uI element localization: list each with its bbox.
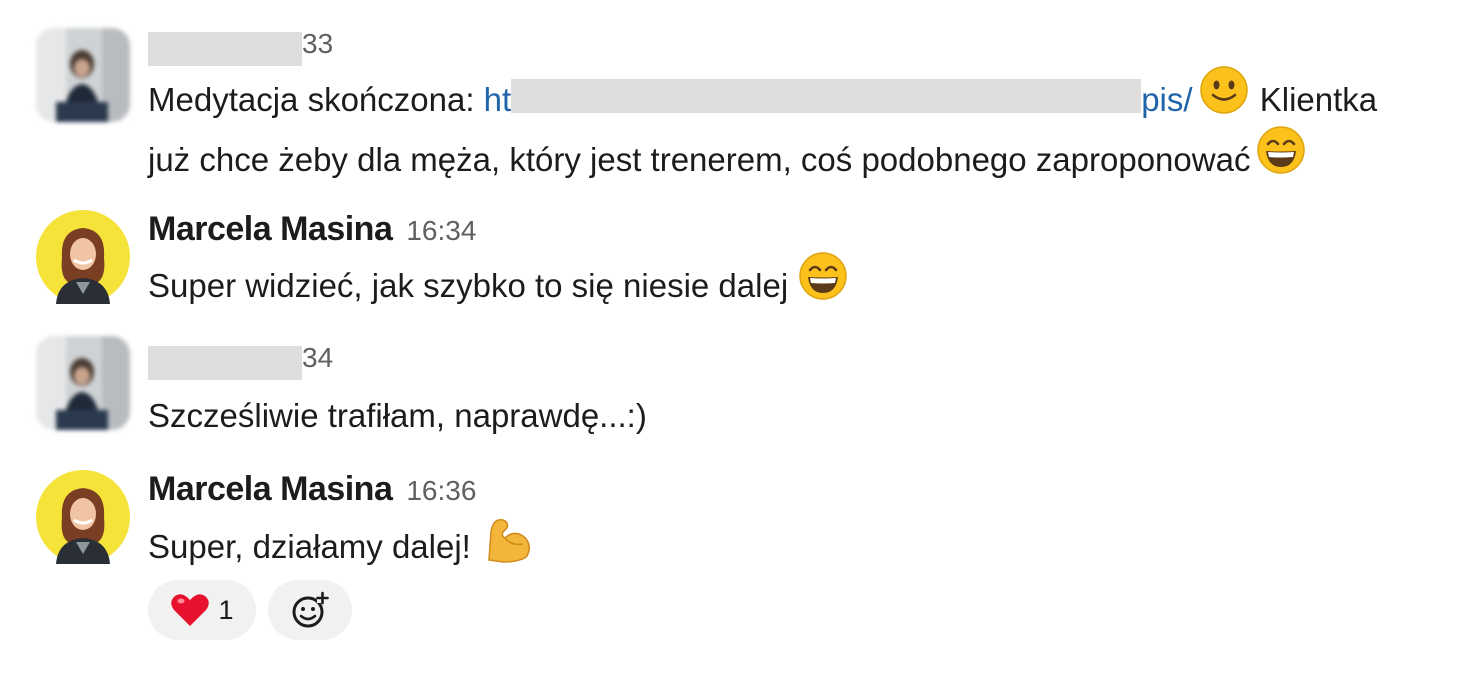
timestamp[interactable]: 34 <box>302 342 333 373</box>
redacted-link <box>511 79 1142 113</box>
add-reaction-icon <box>290 590 330 630</box>
message-header: 33 <box>148 28 333 68</box>
message-header: Marcela Masina 16:34 <box>148 210 476 250</box>
message-line: już chce żeby dla męża, który jest trene… <box>148 125 1377 192</box>
message-header: 34 <box>148 342 333 382</box>
avatar[interactable] <box>36 470 130 564</box>
message-thread: 33 Medytacja skończona: ht pis/ Klientka … <box>0 0 1482 678</box>
slightly-smiling-face-icon <box>1199 65 1249 132</box>
avatar[interactable] <box>36 210 130 304</box>
flexed-biceps-icon <box>483 510 537 581</box>
red-heart-icon <box>170 592 210 628</box>
add-reaction-button[interactable] <box>268 580 352 640</box>
redacted-author <box>148 31 302 66</box>
message-text: Medytacja skończona: ht pis/ Klientka już… <box>148 66 1377 192</box>
message-link[interactable]: ht pis/ <box>484 79 1193 118</box>
avatar[interactable] <box>36 336 130 430</box>
author-name[interactable]: Marcela Masina <box>148 210 393 248</box>
timestamp[interactable]: 16:36 <box>406 475 476 506</box>
message-text: Super, działamy dalej! <box>148 518 539 581</box>
reaction-count: 1 <box>218 594 234 625</box>
author-name[interactable]: Marcela Masina <box>148 470 393 508</box>
avatar[interactable] <box>36 28 130 122</box>
message-text: Szcześliwie trafiłam, naprawdę...:) <box>148 397 647 434</box>
timestamp[interactable]: 16:34 <box>406 215 476 246</box>
message-line: Medytacja skończona: ht pis/ Klientka <box>148 66 1377 132</box>
message-header: Marcela Masina 16:36 <box>148 470 476 510</box>
grinning-face-icon <box>798 251 848 318</box>
grinning-face-icon <box>1256 125 1306 192</box>
reaction-heart[interactable]: 1 <box>148 580 256 640</box>
timestamp[interactable]: 33 <box>302 28 333 59</box>
redacted-author <box>148 345 302 380</box>
message-text: Super widzieć, jak szybko to się niesie … <box>148 252 850 318</box>
reactions-bar: 1 <box>148 580 352 640</box>
